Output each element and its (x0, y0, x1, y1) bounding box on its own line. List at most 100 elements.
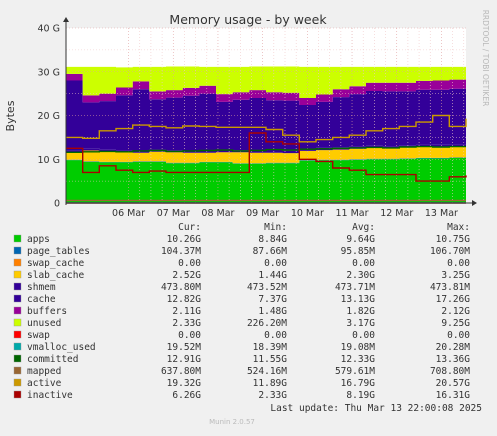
legend-value: 1.44G (258, 270, 287, 281)
area-apps (66, 157, 466, 203)
legend-value: 2.33G (172, 318, 201, 329)
legend-swatch (13, 282, 22, 291)
legend-value: 104.37M (161, 246, 201, 257)
legend-series-name: inactive (27, 390, 73, 401)
legend-value: 3.17G (346, 318, 375, 329)
legend-value: 0.00 (352, 330, 375, 341)
legend-swatch (13, 366, 22, 375)
y-tick-label: 30 G (38, 67, 60, 78)
legend-value: 95.85M (341, 246, 376, 257)
x-tick-label: 12 Mar (380, 208, 413, 219)
legend-value: 0.00 (178, 258, 201, 269)
legend-value: 473.80M (161, 282, 201, 293)
legend-series-name: swap_cache (27, 258, 84, 269)
y-axis-label: Bytes (4, 100, 17, 131)
munin-graph: Memory usage - by week Bytes RRDTOOL / T… (0, 0, 497, 431)
legend-value: 1.82G (346, 306, 375, 317)
x-tick-labels: 06 Mar 07 Mar 08 Mar 09 Mar 10 Mar 11 Mar 12 M… (112, 208, 458, 219)
legend-value: 2.30G (346, 270, 375, 281)
legend-value: 2.11G (172, 306, 201, 317)
y-tick-label: 20 G (38, 111, 60, 122)
legend-value: 473.52M (247, 282, 287, 293)
legend-value: 18.39M (253, 342, 288, 353)
legend-value: 2.12G (441, 306, 470, 317)
munin-version: Munin 2.0.57 (209, 418, 255, 426)
legend-value: 8.19G (346, 390, 375, 401)
x-axis-arrow (472, 200, 477, 206)
legend-value: 19.52M (167, 342, 202, 353)
legend-value: 708.80M (430, 366, 470, 377)
legend-value: 524.16M (247, 366, 287, 377)
legend-series-name: slab_cache (27, 270, 84, 281)
legend-value: 20.28M (436, 342, 471, 353)
legend-swatch (13, 234, 22, 243)
y-tick-label: 40 G (38, 24, 60, 35)
legend-value: 8.84G (258, 234, 287, 245)
legend-value: 579.61M (335, 366, 375, 377)
legend-series-name: active (27, 378, 62, 389)
legend-value: 20.57G (436, 378, 471, 389)
legend-series-name: page_tables (27, 246, 90, 257)
legend-value: 19.08M (341, 342, 376, 353)
legend-value: 10.26G (167, 234, 202, 245)
legend-value: 17.26G (436, 294, 471, 305)
legend-value: 7.37G (258, 294, 287, 305)
y-tick-labels: 0 10 G 20 G 30 G 40 G (38, 24, 60, 210)
legend-swatch (13, 330, 22, 339)
legend-series-name: buffers (27, 306, 67, 317)
legend-value: 0.00 (447, 330, 470, 341)
legend-swatch (13, 258, 22, 267)
legend-series-name: unused (27, 318, 61, 329)
y-tick-label: 10 G (38, 155, 60, 166)
legend-value: 473.71M (335, 282, 375, 293)
legend-value: 10.75G (436, 234, 471, 245)
x-tick-label: 10 Mar (291, 208, 324, 219)
legend-value: 9.64G (346, 234, 375, 245)
x-tick-label: 11 Mar (336, 208, 369, 219)
legend-header: Avg: (352, 222, 375, 233)
legend-swatch (13, 270, 22, 279)
legend-value: 13.13G (341, 294, 376, 305)
legend-value: 12.91G (167, 354, 202, 365)
legend-swatch (13, 354, 22, 363)
legend-header: Max: (447, 222, 470, 233)
legend-value: 226.20M (247, 318, 287, 329)
legend-value: 0.00 (264, 258, 287, 269)
y-tick-label: 0 (54, 199, 60, 210)
legend: Cur: Min: Avg: Max: apps 10.26G 8.84G 9.64G 10.7… (13, 222, 471, 401)
legend-swatch (13, 342, 22, 351)
legend-value: 1.48G (258, 306, 287, 317)
legend-series-name: apps (27, 234, 50, 245)
legend-series-name: cache (27, 294, 56, 305)
legend-series-name: shmem (27, 282, 56, 293)
legend-value: 2.33G (258, 390, 287, 401)
legend-value: 12.82G (167, 294, 202, 305)
chart-title: Memory usage - by week (169, 12, 327, 27)
rrdtool-watermark: RRDTOOL / TOBI OETIKER (481, 10, 490, 107)
legend-value: 0.00 (264, 330, 287, 341)
legend-value: 11.55G (253, 354, 288, 365)
legend-swatch (13, 390, 22, 399)
legend-swatch (13, 378, 22, 387)
legend-swatch (13, 318, 22, 327)
x-tick-label: 07 Mar (157, 208, 190, 219)
legend-value: 3.25G (441, 270, 470, 281)
legend-value: 16.79G (341, 378, 376, 389)
legend-value: 87.66M (253, 246, 288, 257)
legend-value: 0.00 (447, 258, 470, 269)
x-tick-label: 08 Mar (201, 208, 234, 219)
legend-series-name: swap (27, 330, 50, 341)
legend-series-name: committed (27, 354, 78, 365)
x-tick-label: 06 Mar (112, 208, 145, 219)
legend-value: 13.36G (436, 354, 471, 365)
legend-header: Min: (264, 222, 287, 233)
legend-value: 2.52G (172, 270, 201, 281)
x-tick-label: 09 Mar (246, 208, 279, 219)
legend-value: 0.00 (352, 258, 375, 269)
memory-usage-chart: Memory usage - by week Bytes RRDTOOL / T… (4, 10, 490, 426)
legend-value: 473.81M (430, 282, 470, 293)
legend-swatch (13, 294, 22, 303)
y-axis-arrow (63, 17, 69, 22)
legend-value: 637.80M (161, 366, 201, 377)
legend-series-name: mapped (27, 366, 61, 377)
